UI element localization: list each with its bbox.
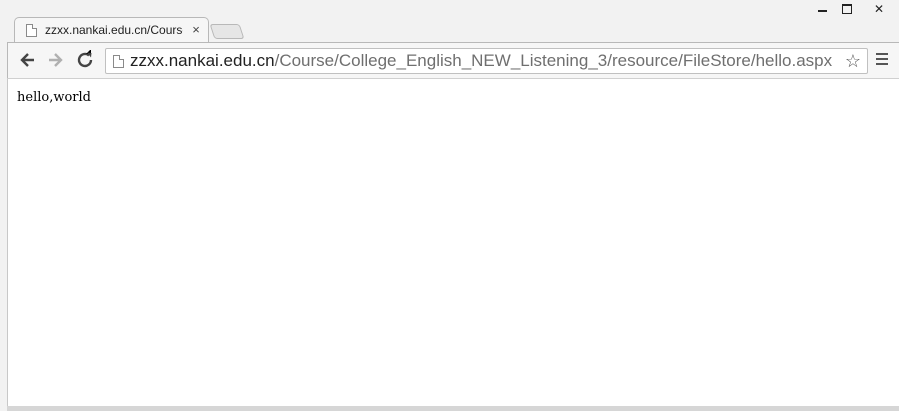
minimize-button[interactable] [812,0,832,18]
new-tab-button[interactable] [209,24,245,39]
window-close-button[interactable]: ✕ [862,0,896,18]
reload-icon[interactable] [75,49,95,70]
page-info-icon [113,55,124,68]
page-content: hello,world [7,78,899,407]
url-text[interactable]: zzxx.nankai.edu.cn/Course/College_Englis… [130,52,832,70]
window-bottom-edge [7,406,899,411]
hamburger-menu-icon[interactable] [876,53,888,67]
window-left-edge [0,42,7,406]
minimize-icon [817,10,827,12]
tab-title: zzxx.nankai.edu.cn/Course/College_Englis… [45,23,183,37]
tab-close-button[interactable]: × [189,22,203,38]
forward-arrow-icon[interactable] [45,50,65,70]
url-path: /Course/College_English_NEW_Listening_3/… [274,51,833,70]
title-bar: zzxx.nankai.edu.cn/Course/College_Englis… [0,0,899,43]
browser-window: zzxx.nankai.edu.cn/Course/College_Englis… [0,0,899,411]
maximize-icon [842,4,852,14]
browser-tab[interactable]: zzxx.nankai.edu.cn/Course/College_Englis… [14,17,209,43]
browser-toolbar: zzxx.nankai.edu.cn/Course/College_Englis… [7,42,899,78]
maximize-button[interactable] [837,0,857,18]
page-icon [26,24,37,37]
star-icon[interactable]: ☆ [845,51,861,71]
address-bar[interactable]: zzxx.nankai.edu.cn/Course/College_Englis… [105,48,868,74]
url-host: zzxx.nankai.edu.cn [130,51,275,70]
back-arrow-icon[interactable] [18,50,38,70]
page-body-text: hello,world [17,90,91,105]
